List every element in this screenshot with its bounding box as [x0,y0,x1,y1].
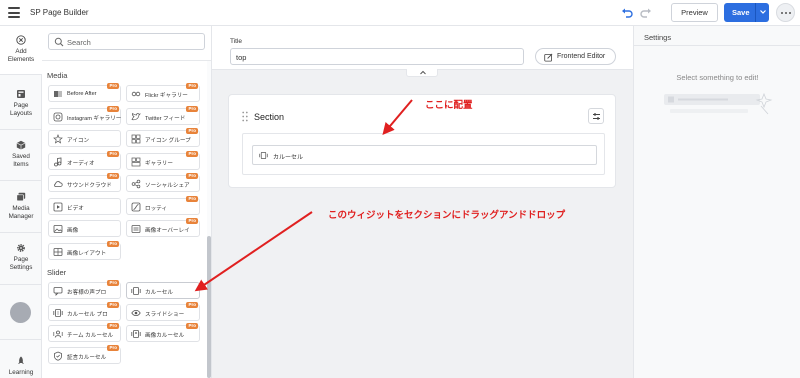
annotation-arrows [194,99,413,292]
page-builder-app: SP Page Builder Preview Save Add Element… [0,0,800,378]
arrow-to-carousel-element [194,211,313,292]
arrow-to-section [382,99,413,136]
